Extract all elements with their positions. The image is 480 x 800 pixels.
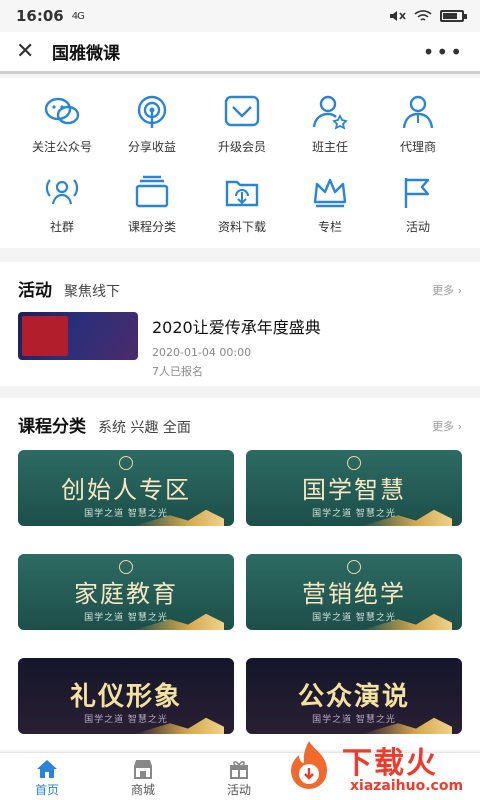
watermark-text: 下载火 bbox=[342, 746, 438, 781]
function-grid: 关注公众号 分享收益 升级会员 班主任 代理商 社群 课程分类 资料下载 专栏 … bbox=[0, 78, 480, 248]
emblem-icon bbox=[347, 560, 361, 574]
grid-label: 专栏 bbox=[317, 220, 342, 234]
grid-item-head-teacher[interactable]: 班主任 bbox=[282, 92, 378, 155]
tab-mall[interactable]: 商城 bbox=[108, 757, 178, 798]
section-header: 活动 聚焦线下 bbox=[18, 276, 120, 301]
grid-label: 班主任 bbox=[311, 140, 348, 154]
more-menu-icon[interactable]: ••• bbox=[423, 40, 464, 64]
layers-icon bbox=[132, 172, 172, 212]
grid-label: 分享收益 bbox=[127, 140, 176, 154]
tab-label: 活动 bbox=[226, 783, 251, 797]
grid-label: 升级会员 bbox=[217, 140, 266, 154]
section-header: 课程分类 系统 兴趣 全面 bbox=[18, 412, 191, 437]
grid-item-follow-account[interactable]: 关注公众号 bbox=[14, 92, 110, 155]
wechat-icon bbox=[42, 92, 82, 132]
emblem-icon bbox=[347, 456, 361, 470]
course-name: 营销绝学 bbox=[302, 580, 406, 608]
course-card[interactable]: 家庭教育 国学之道 智慧之光 bbox=[18, 554, 234, 630]
grid-label: 社群 bbox=[49, 220, 74, 234]
activity-section: 活动 聚焦线下 更多 › 2020让爱传承年度盛典 2020-01-04 00:… bbox=[0, 262, 480, 386]
course-card[interactable]: 国学智慧 国学之道 智慧之光 bbox=[246, 450, 462, 526]
grid-item-agent[interactable]: 代理商 bbox=[370, 92, 466, 155]
section-subtitle: 系统 兴趣 全面 bbox=[98, 420, 191, 436]
navigation-bar: ✕ 国雅微课 ••• bbox=[0, 32, 480, 74]
event-thumbnail bbox=[18, 312, 138, 360]
flag-icon bbox=[398, 172, 438, 212]
gift-icon bbox=[204, 757, 274, 781]
course-card[interactable]: 创始人专区 国学之道 智慧之光 bbox=[18, 450, 234, 526]
course-card[interactable]: 营销绝学 国学之道 智慧之光 bbox=[246, 554, 462, 630]
home-icon bbox=[12, 757, 82, 781]
grid-label: 活动 bbox=[405, 220, 430, 234]
event-title: 2020让爱传承年度盛典 bbox=[152, 318, 321, 337]
section-title: 课程分类 bbox=[18, 417, 86, 437]
event-signup-count: 7人已报名 bbox=[152, 365, 203, 378]
status-icons bbox=[388, 9, 467, 23]
event-info: 2020让爱传承年度盛典 2020-01-04 00:00 7人已报名 bbox=[152, 312, 321, 382]
broadcast-icon bbox=[132, 92, 172, 132]
emblem-icon bbox=[119, 560, 133, 574]
section-title: 活动 bbox=[18, 281, 52, 301]
course-name: 公众演说 bbox=[297, 682, 410, 712]
close-icon[interactable]: ✕ bbox=[16, 39, 44, 64]
tab-home[interactable]: 首页 bbox=[12, 757, 82, 798]
watermark: 下载火 xiazaihuo.com bbox=[280, 736, 480, 800]
cloud-download-icon bbox=[222, 172, 262, 212]
status-bar: 16:06 4G bbox=[0, 0, 480, 32]
tab-label: 商城 bbox=[130, 783, 155, 797]
grid-item-material-download[interactable]: 资料下载 bbox=[194, 172, 290, 235]
flame-logo-icon bbox=[291, 741, 327, 789]
section-subtitle: 聚焦线下 bbox=[64, 284, 120, 300]
grid-item-share-earnings[interactable]: 分享收益 bbox=[104, 92, 200, 155]
community-icon bbox=[42, 172, 82, 212]
grid-item-activity[interactable]: 活动 bbox=[370, 172, 466, 235]
grid-label: 课程分类 bbox=[127, 220, 176, 234]
grid-label: 资料下载 bbox=[217, 220, 266, 234]
user-icon bbox=[398, 92, 438, 132]
course-name: 创始人专区 bbox=[61, 476, 191, 504]
grid-item-column[interactable]: 专栏 bbox=[282, 172, 378, 235]
course-name: 家庭教育 bbox=[74, 580, 178, 608]
tab-activity[interactable]: 活动 bbox=[204, 757, 274, 798]
more-link[interactable]: 更多 › bbox=[432, 418, 462, 434]
signal-label: 4G bbox=[71, 10, 85, 22]
emblem-icon bbox=[119, 456, 133, 470]
battery-icon bbox=[440, 10, 467, 22]
course-name: 礼仪形象 bbox=[69, 682, 182, 712]
crown-icon bbox=[310, 172, 350, 212]
event-item[interactable]: 2020让爱传承年度盛典 2020-01-04 00:00 7人已报名 bbox=[18, 312, 462, 382]
more-link[interactable]: 更多 › bbox=[432, 282, 462, 298]
tab-label: 首页 bbox=[34, 783, 59, 797]
grid-item-community[interactable]: 社群 bbox=[14, 172, 110, 235]
shop-icon bbox=[108, 757, 178, 781]
diamond-icon bbox=[222, 92, 262, 132]
course-card[interactable]: 礼仪形象 国学之道 智慧之光 bbox=[18, 658, 234, 734]
page-title: 国雅微课 bbox=[52, 44, 120, 64]
grid-label: 关注公众号 bbox=[31, 140, 92, 154]
grid-item-upgrade-member[interactable]: 升级会员 bbox=[194, 92, 290, 155]
course-category-section: 课程分类 系统 兴趣 全面 更多 › 创始人专区 国学之道 智慧之光 国学智慧 … bbox=[0, 398, 480, 750]
course-card[interactable]: 公众演说 国学之道 智慧之光 bbox=[246, 658, 462, 734]
event-date: 2020-01-04 00:00 bbox=[152, 346, 252, 359]
user-star-icon bbox=[310, 92, 350, 132]
mute-icon bbox=[390, 11, 406, 21]
wifi-icon bbox=[414, 10, 432, 21]
watermark-url: xiazaihuo.com bbox=[350, 778, 464, 794]
status-time: 16:06 bbox=[16, 7, 64, 25]
grid-label: 代理商 bbox=[399, 140, 436, 154]
course-name: 国学智慧 bbox=[302, 476, 406, 504]
grid-item-course-category[interactable]: 课程分类 bbox=[104, 172, 200, 235]
